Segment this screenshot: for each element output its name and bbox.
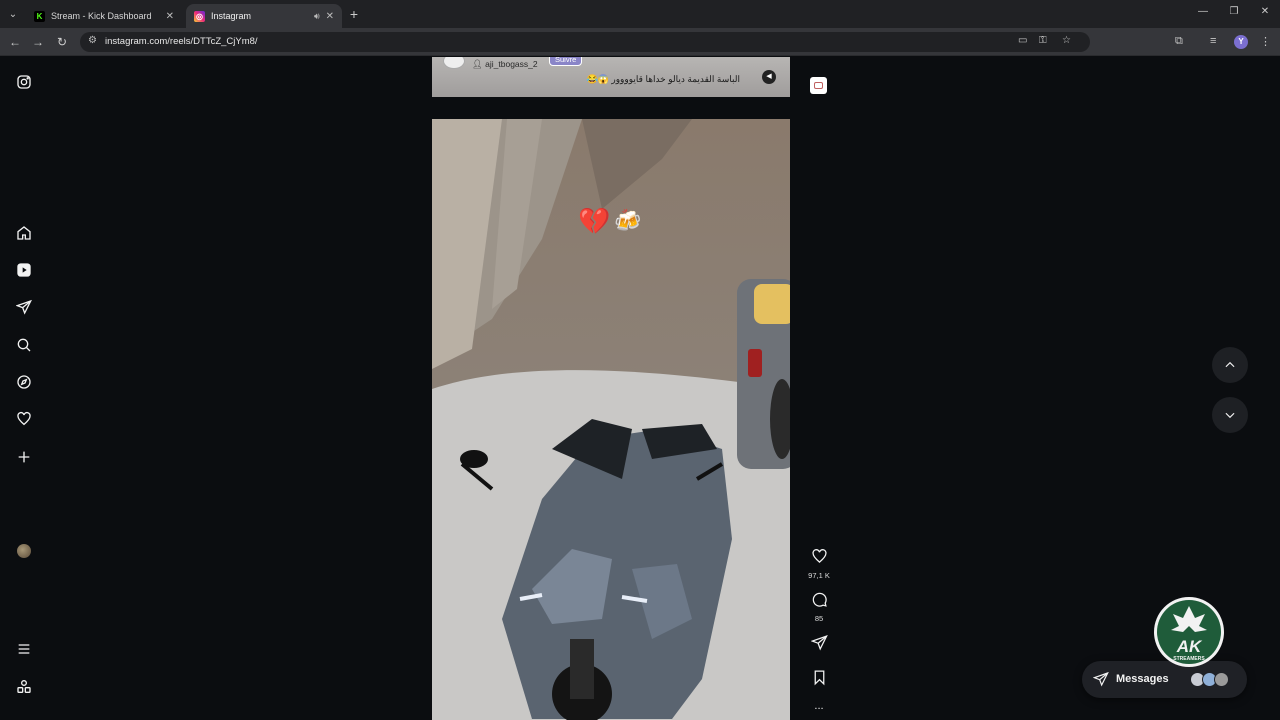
- like-heart-icon[interactable]: [811, 548, 828, 565]
- broken-heart-emoji: 💔: [578, 206, 611, 236]
- comment-bubble-icon[interactable]: [811, 591, 828, 608]
- back-icon[interactable]: ←: [8, 35, 22, 49]
- reload-icon[interactable]: ↻: [55, 35, 69, 49]
- tab-instagram[interactable]: ◎ Instagram 🔊︎ ✕: [186, 4, 342, 28]
- new-tab-button[interactable]: +: [346, 6, 362, 22]
- bookmark-icon[interactable]: [811, 669, 828, 686]
- cast-icon[interactable]: ▭: [1018, 35, 1027, 46]
- also-from-meta-icon[interactable]: [15, 678, 33, 696]
- logo-ak-text: AK: [1176, 637, 1203, 656]
- address-bar[interactable]: ⚙ instagram.com/reels/DTTcZ_CjYm8/ ▭ ⚿ ☆: [80, 32, 1090, 52]
- instagram-logo-icon[interactable]: [15, 73, 33, 91]
- chevron-down-icon: [1225, 412, 1235, 419]
- reel-caption: الباسة القديمة ديالو خداها قايوووور 😱😂: [586, 74, 740, 84]
- explore-icon[interactable]: [15, 373, 33, 391]
- password-key-icon[interactable]: ⚿: [1039, 35, 1047, 46]
- bookmark-star-icon[interactable]: ☆: [1062, 35, 1071, 46]
- tab-title: Instagram: [211, 11, 252, 21]
- tab-kick-dashboard[interactable]: K Stream - Kick Dashboard ✕: [26, 4, 182, 28]
- next-reel-button[interactable]: [1212, 397, 1248, 433]
- more-menu-icon[interactable]: [15, 640, 33, 658]
- profile-avatar[interactable]: Y: [1234, 35, 1248, 49]
- instagram-sidebar: [0, 57, 48, 720]
- create-plus-icon[interactable]: [15, 448, 33, 466]
- reel-author-avatar[interactable]: [443, 57, 465, 69]
- home-icon[interactable]: [15, 224, 33, 242]
- browser-toolbar: ← → ↻ ⚙ instagram.com/reels/DTTcZ_CjYm8/…: [0, 28, 1280, 56]
- instagram-favicon-icon: ◎: [194, 10, 205, 22]
- minimize-icon[interactable]: —: [1193, 6, 1213, 17]
- profile-avatar-small[interactable]: [17, 544, 31, 558]
- site-info-icon[interactable]: ⚙: [88, 35, 97, 46]
- browser-menu-icon[interactable]: ⋮: [1260, 35, 1271, 48]
- restore-icon[interactable]: ❐: [1224, 6, 1244, 17]
- window-close-icon[interactable]: ✕: [1255, 6, 1275, 17]
- more-options-icon[interactable]: ...: [804, 700, 834, 712]
- reel-author-username[interactable]: 👤︎ aji_tbogass_2: [472, 59, 538, 70]
- direct-messages-icon[interactable]: [15, 298, 33, 316]
- tab-close-icon[interactable]: ✕: [166, 11, 174, 22]
- browser-tab-bar: ⌄ K Stream - Kick Dashboard ✕ ◎ Instagra…: [0, 0, 1280, 28]
- person-icon: 👤︎: [472, 59, 486, 69]
- previous-reel-button[interactable]: [1212, 347, 1248, 383]
- like-count: 97,1 K: [808, 571, 830, 580]
- previous-reel[interactable]: 👤︎ aji_tbogass_2 Suivre الباسة القديمة د…: [432, 57, 790, 97]
- beer-mugs-emoji: 🍻: [614, 208, 642, 233]
- notifications-heart-icon[interactable]: [15, 410, 33, 428]
- reel-video-frame: [432, 119, 790, 720]
- tab-close-icon[interactable]: ✕: [326, 11, 334, 22]
- media-control-icon[interactable]: ≡: [1210, 35, 1216, 47]
- tab-search-chevron-icon[interactable]: ⌄: [4, 5, 22, 23]
- ak-streamers-logo: AK STREAMERS: [1154, 597, 1224, 667]
- messages-plane-icon: [1092, 671, 1109, 687]
- search-icon[interactable]: [15, 336, 33, 354]
- comment-count: 85: [814, 614, 824, 623]
- message-avatar: [1214, 672, 1229, 687]
- audio-thumbnail[interactable]: [810, 77, 827, 94]
- follow-button[interactable]: Suivre: [549, 57, 583, 66]
- extensions-icon[interactable]: ⧉: [1175, 35, 1183, 48]
- reel-video[interactable]: [432, 119, 790, 720]
- share-action[interactable]: [804, 634, 834, 656]
- reels-icon[interactable]: [15, 261, 33, 279]
- comment-action[interactable]: 85: [804, 591, 834, 623]
- logo-streamers-text: STREAMERS: [1173, 656, 1205, 662]
- save-action[interactable]: [804, 669, 834, 691]
- url-text[interactable]: instagram.com/reels/DTTcZ_CjYm8/: [105, 36, 258, 47]
- tab-audio-icon[interactable]: 🔊︎: [314, 11, 320, 22]
- like-action[interactable]: 97,1 K: [804, 548, 834, 580]
- tab-title: Stream - Kick Dashboard: [51, 11, 152, 21]
- share-paper-plane-icon[interactable]: [810, 634, 828, 651]
- chevron-up-icon: [1225, 361, 1235, 368]
- mute-toggle-icon[interactable]: ◀︎: [762, 70, 776, 84]
- forward-icon[interactable]: →: [31, 35, 45, 49]
- kick-icon: K: [34, 10, 45, 22]
- messages-label: Messages: [1116, 673, 1169, 685]
